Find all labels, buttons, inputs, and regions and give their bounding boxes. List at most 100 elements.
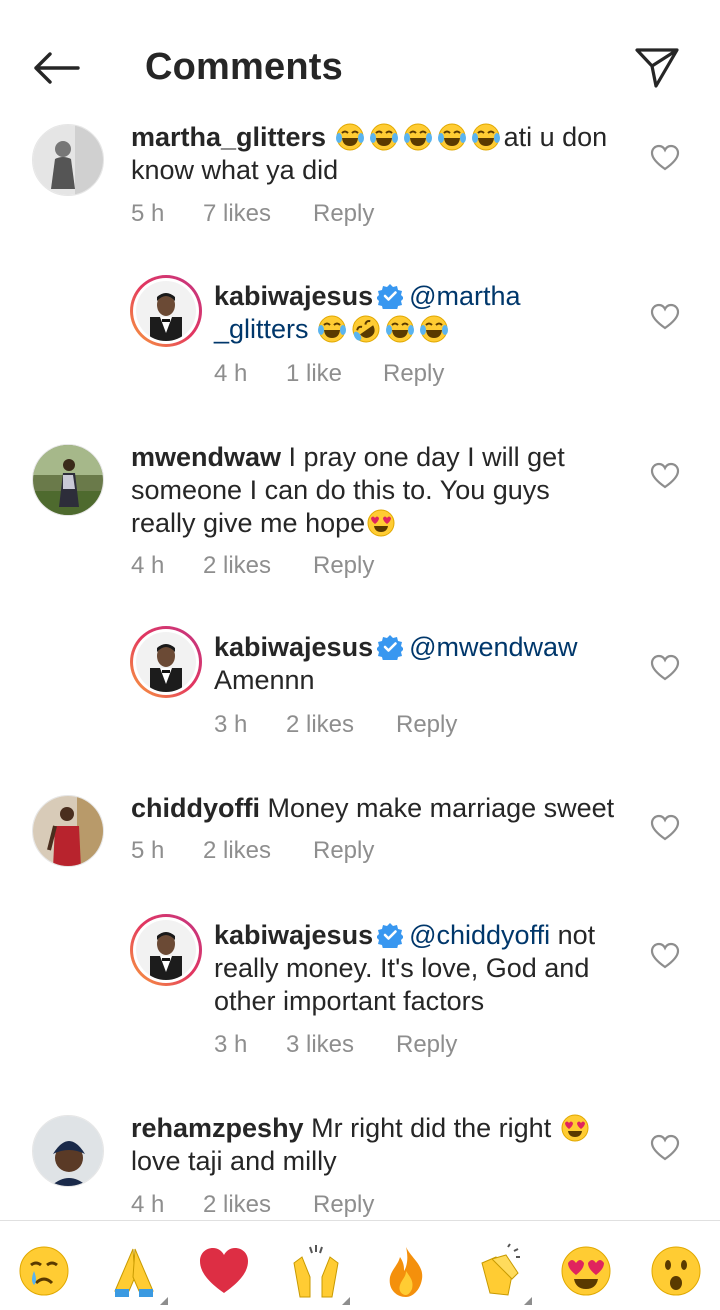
laughing-tears-emoji-icon — [384, 314, 416, 344]
likes-count[interactable]: 3 likes — [286, 1031, 396, 1059]
username[interactable]: rehamzpeshy — [131, 1113, 304, 1143]
verified-badge-icon — [377, 634, 403, 660]
comment-body-line: someone I can do this to. You guys — [131, 475, 550, 505]
comment-item: mwendwaw I pray one day I will get someo… — [0, 440, 720, 630]
comment-body-line: Amennn — [214, 665, 315, 695]
comment-meta: 5 h 2 likes Reply — [131, 837, 374, 865]
raising-hands-emoji-icon[interactable] — [288, 1243, 350, 1305]
fire-emoji-icon[interactable] — [378, 1243, 434, 1299]
verified-badge-icon — [377, 283, 403, 309]
rolling-laughing-emoji-icon — [350, 314, 382, 344]
reply-comment-item: kabiwajesus @mwendwaw Amennn 3 h 2 likes … — [0, 629, 720, 781]
avatar[interactable] — [32, 124, 104, 196]
comment-body-line: other important factors — [214, 986, 485, 1016]
clapping-hands-emoji-icon[interactable] — [470, 1243, 532, 1305]
comment-text: rehamzpeshy Mr right did the right love … — [131, 1112, 631, 1178]
laughing-tears-emoji-icon — [418, 314, 450, 344]
avatar[interactable] — [130, 914, 202, 986]
avatar[interactable] — [130, 626, 202, 698]
share-direct-icon[interactable] — [632, 44, 682, 92]
username[interactable]: mwendwaw — [131, 442, 281, 472]
laughing-tears-emoji-icon — [402, 122, 434, 152]
username[interactable]: kabiwajesus — [214, 281, 373, 311]
mention-link[interactable]: @martha — [409, 281, 520, 311]
username[interactable]: martha_glitters — [131, 122, 326, 152]
laughing-tears-emoji-icon — [368, 122, 400, 152]
reply-comment-item: kabiwajesus @martha _glitters 4 h 1 like … — [0, 278, 720, 440]
comment-text: kabiwajesus @mwendwaw Amennn — [214, 631, 634, 697]
comment-meta: 5 h 7 likes Reply — [131, 200, 374, 228]
reply-button[interactable]: Reply — [313, 200, 374, 228]
avatar[interactable] — [32, 444, 104, 516]
likes-count[interactable]: 1 like — [286, 360, 383, 388]
likes-count[interactable]: 2 likes — [203, 837, 313, 865]
reply-button[interactable]: Reply — [313, 837, 374, 865]
reply-button[interactable]: Reply — [313, 1191, 374, 1219]
username[interactable]: kabiwajesus — [214, 632, 373, 662]
likes-count[interactable]: 7 likes — [203, 200, 313, 228]
comment-meta: 4 h 2 likes Reply — [131, 1191, 374, 1219]
comment-meta: 4 h 2 likes Reply — [131, 552, 374, 580]
comment-body-line: love taji and milly — [131, 1146, 337, 1176]
laughing-tears-emoji-icon — [316, 314, 348, 344]
comment-body-line: Mr right did the right — [311, 1113, 552, 1143]
timestamp: 3 h — [214, 711, 248, 738]
mention-link[interactable]: @chiddyoffi — [409, 920, 550, 950]
timestamp: 4 h — [131, 1191, 165, 1218]
comment-text: mwendwaw I pray one day I will get someo… — [131, 441, 631, 540]
heart-outline-icon[interactable] — [650, 942, 680, 970]
page-title: Comments — [145, 46, 343, 88]
likes-count[interactable]: 2 likes — [286, 711, 396, 739]
reply-button[interactable]: Reply — [313, 552, 374, 580]
username[interactable]: kabiwajesus — [214, 920, 373, 950]
heart-eyes-emoji-icon[interactable] — [558, 1243, 614, 1299]
timestamp: 5 h — [131, 200, 165, 227]
comment-meta: 3 h 2 likes Reply — [214, 711, 457, 739]
top-bar: Comments — [0, 0, 720, 120]
heart-outline-icon[interactable] — [650, 303, 680, 331]
comment-body-line: not — [557, 920, 596, 950]
red-heart-emoji-icon[interactable] — [196, 1243, 252, 1299]
heart-eyes-emoji-icon — [559, 1113, 591, 1143]
comment-item: rehamzpeshy Mr right did the right love … — [0, 1111, 720, 1220]
folded-hands-emoji-icon[interactable] — [106, 1243, 168, 1305]
variant-corner-indicator — [342, 1297, 350, 1305]
timestamp: 5 h — [131, 837, 165, 864]
likes-count[interactable]: 2 likes — [203, 552, 313, 580]
heart-outline-icon[interactable] — [650, 814, 680, 842]
heart-outline-icon[interactable] — [650, 462, 680, 490]
comment-body-line: really give me hope — [131, 508, 366, 538]
mention-link[interactable]: @mwendwaw — [409, 632, 577, 662]
comment-item: chiddyoffi Money make marriage sweet 5 h… — [0, 791, 720, 911]
mention-link[interactable]: _glitters — [214, 314, 309, 344]
comment-text: martha_glitters ati u don know what ya d… — [131, 121, 631, 187]
comment-body-line: Money make marriage sweet — [267, 793, 615, 823]
heart-outline-icon[interactable] — [650, 144, 680, 172]
likes-count[interactable]: 2 likes — [203, 1191, 313, 1219]
reply-comment-item: kabiwajesus @chiddyoffi not really money.… — [0, 917, 720, 1099]
reply-button[interactable]: Reply — [396, 711, 457, 739]
avatar[interactable] — [130, 275, 202, 347]
timestamp: 4 h — [214, 360, 248, 387]
username[interactable]: chiddyoffi — [131, 793, 260, 823]
comment-body-line: really money. It's love, God and — [214, 953, 590, 983]
back-arrow-icon[interactable] — [30, 48, 82, 88]
astonished-face-emoji-icon[interactable] — [648, 1243, 704, 1299]
comment-meta: 3 h 3 likes Reply — [214, 1031, 457, 1059]
reply-button[interactable]: Reply — [396, 1031, 457, 1059]
laughing-tears-emoji-icon — [436, 122, 468, 152]
heart-outline-icon[interactable] — [650, 1134, 680, 1162]
laughing-tears-emoji-icon — [470, 122, 502, 152]
avatar[interactable] — [32, 795, 104, 867]
avatar[interactable] — [32, 1115, 104, 1187]
crying-face-emoji-icon[interactable] — [16, 1243, 72, 1299]
comment-text: kabiwajesus @chiddyoffi not really money.… — [214, 919, 644, 1018]
heart-eyes-emoji-icon — [365, 508, 397, 538]
variant-corner-indicator — [160, 1297, 168, 1305]
quick-emoji-bar — [0, 1220, 720, 1310]
reply-button[interactable]: Reply — [383, 360, 444, 388]
heart-outline-icon[interactable] — [650, 654, 680, 682]
laughing-tears-emoji-icon — [334, 122, 366, 152]
timestamp: 3 h — [214, 1031, 248, 1058]
comment-body-line: I pray one day I will get — [288, 442, 565, 472]
